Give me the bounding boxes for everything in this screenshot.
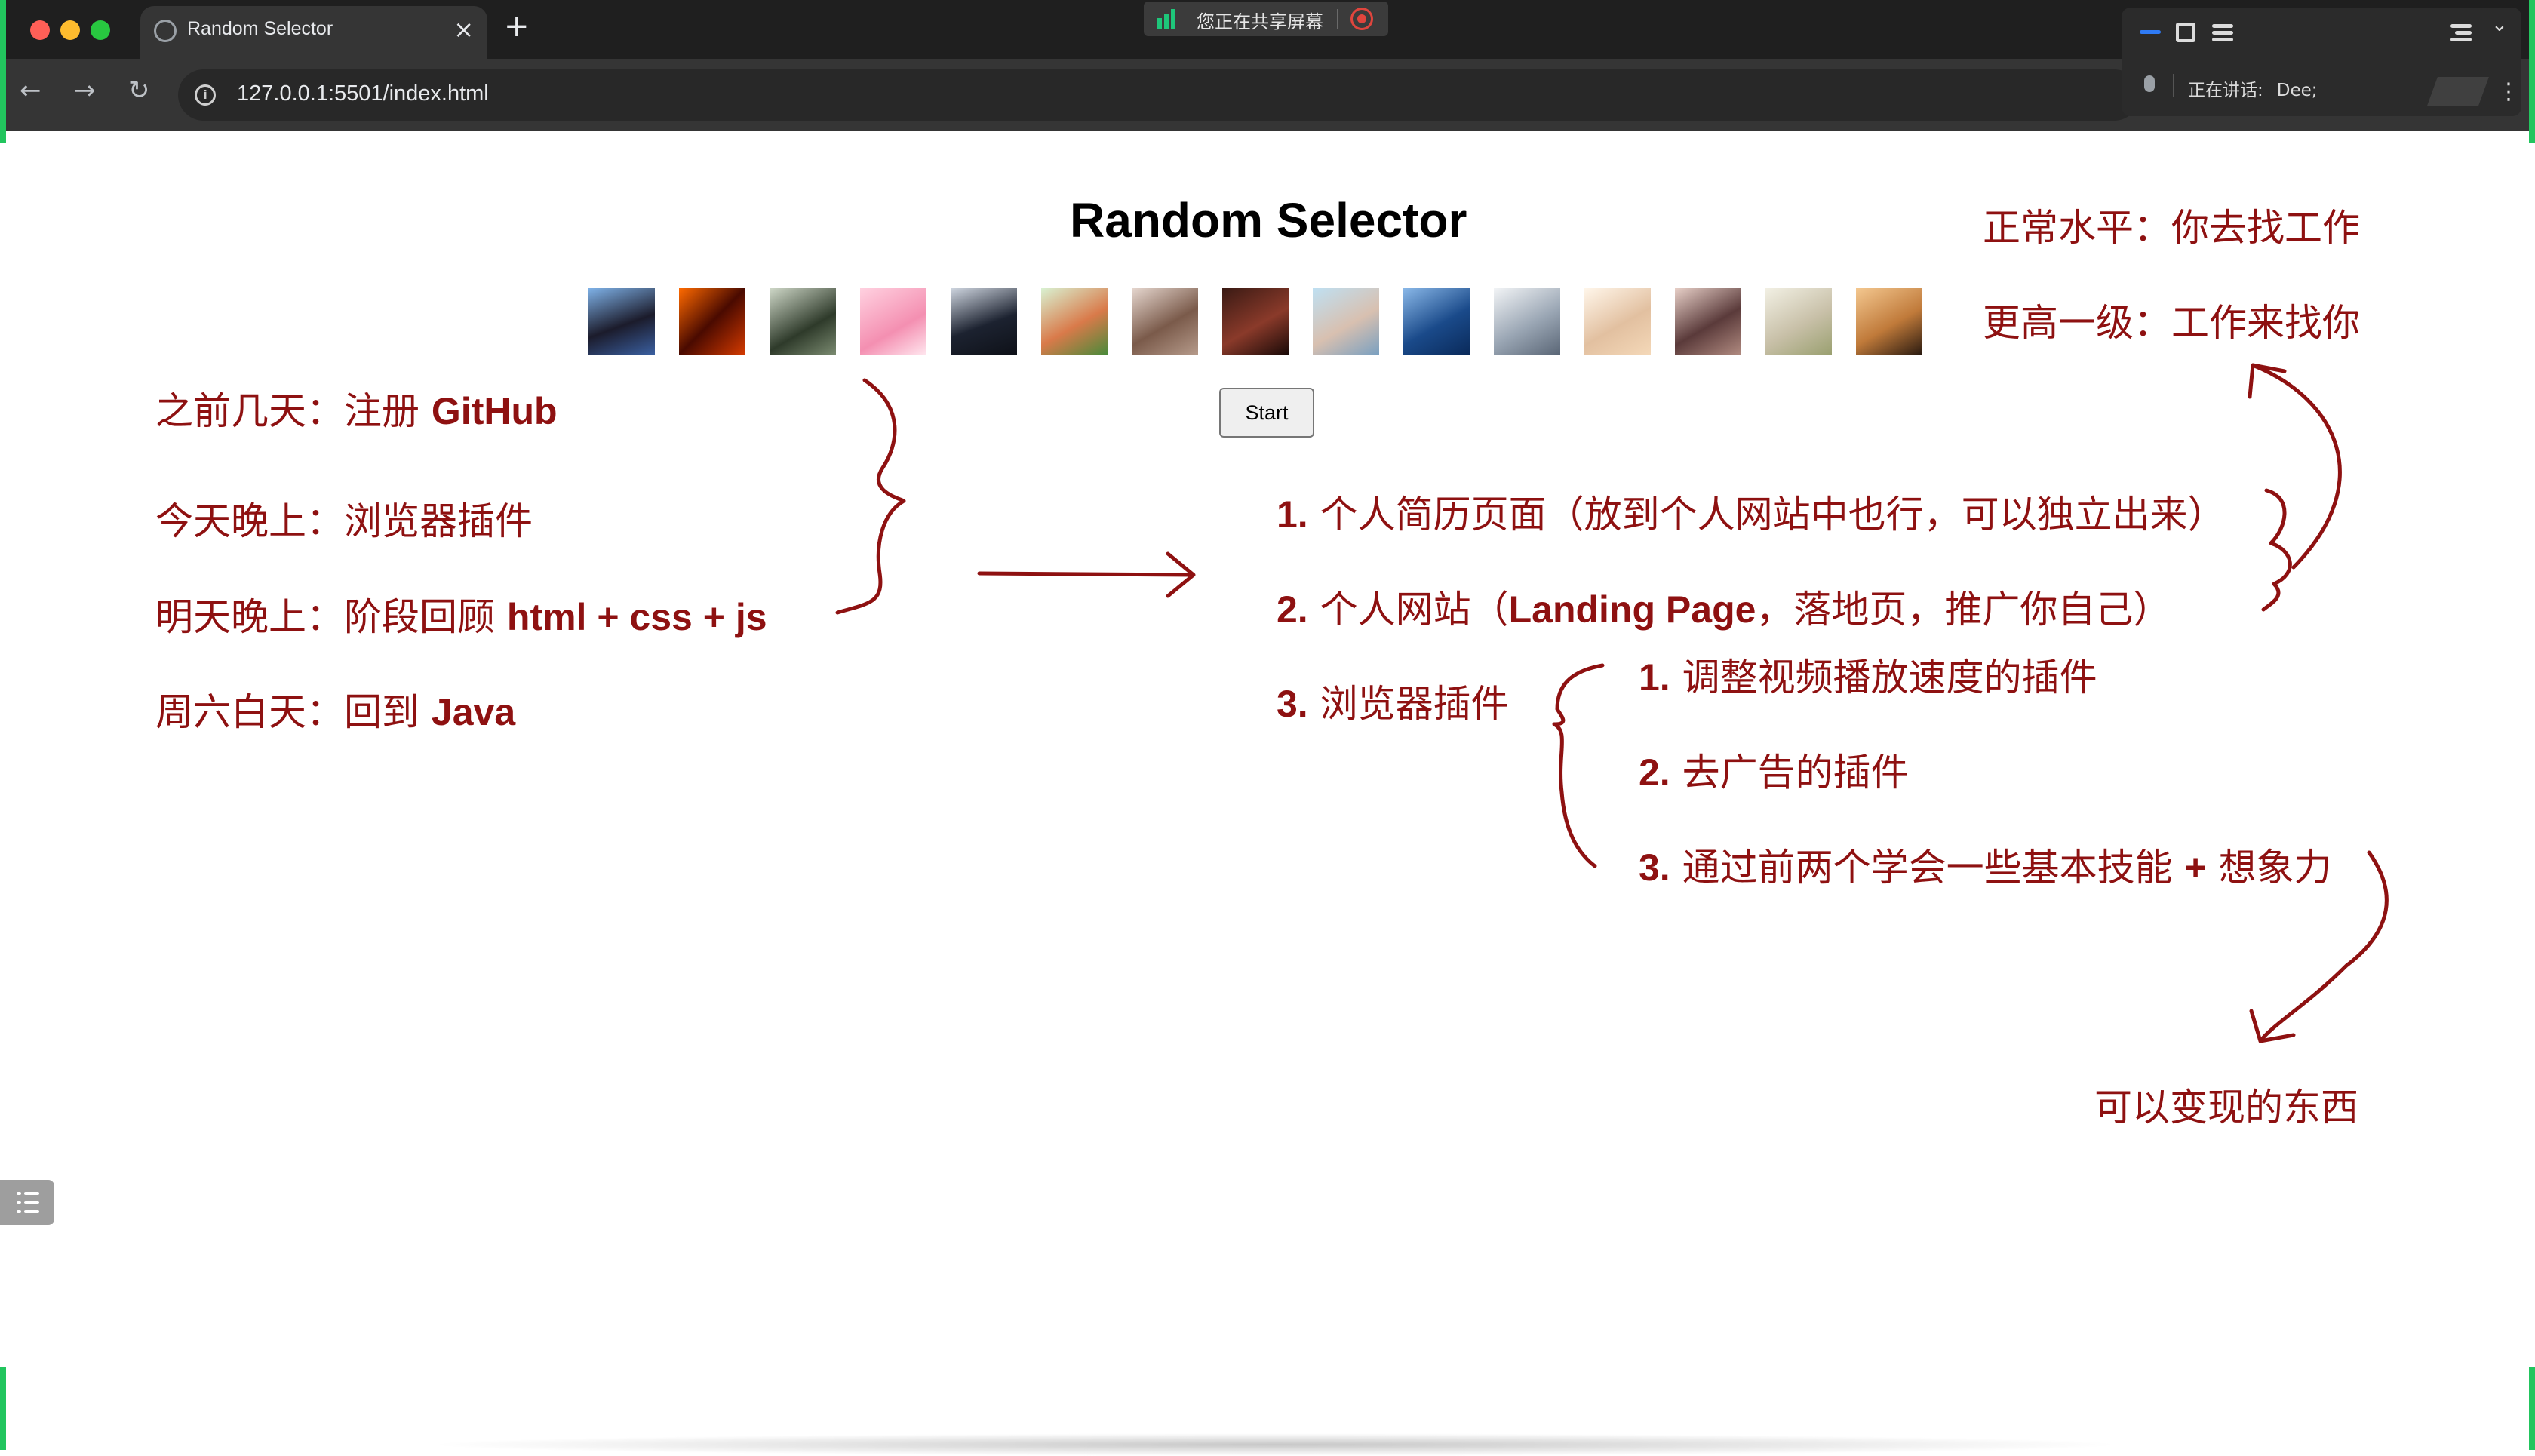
- share-border-right-bottom: [2529, 1367, 2535, 1450]
- avatar: [1403, 288, 1470, 355]
- note-sub-1: 1. 调整视频播放速度的插件: [1639, 647, 2097, 702]
- note-bold: GitHub: [431, 390, 558, 432]
- site-info-icon[interactable]: i: [195, 84, 216, 106]
- url-text[interactable]: 127.0.0.1:5501/index.html: [237, 81, 489, 106]
- list-icon[interactable]: [2212, 21, 2235, 44]
- brace-left-notes: [835, 378, 906, 615]
- arrow-up-curve: [2248, 363, 2342, 570]
- brace-right-items: [2261, 488, 2292, 612]
- note-number: 2.: [1639, 751, 1670, 794]
- note-top-right-1: 正常水平：你去找工作: [1983, 206, 2360, 250]
- note-bold: Landing Page: [1508, 588, 1756, 631]
- note-text: 今天晚上：浏览器插件: [155, 499, 533, 543]
- avatar-row: [588, 288, 1924, 355]
- note-right-1: 1. 个人简历页面（放到个人网站中也行，可以独立出来）: [1277, 484, 2226, 539]
- note-text: 个人简历页面（放到个人网站中也行，可以独立出来）: [1307, 493, 2226, 536]
- note-text: 个人网站（: [1307, 588, 1509, 631]
- divider: [1337, 9, 1338, 29]
- note-number: 1.: [1277, 493, 1308, 536]
- address-bar[interactable]: i 127.0.0.1:5501/index.html: [178, 69, 2140, 121]
- reload-icon[interactable]: ↻: [128, 75, 150, 106]
- note-bold: +: [2184, 846, 2207, 889]
- avatar: [1041, 288, 1108, 355]
- note-text: ，落地页，推广你自己）: [1756, 588, 2171, 631]
- minimize-window-button[interactable]: [60, 20, 80, 40]
- avatar: [1132, 288, 1198, 355]
- note-text: 调整视频播放速度的插件: [1670, 656, 2097, 699]
- page-shadow: [422, 1433, 2128, 1456]
- note-right-3: 3. 浏览器插件: [1277, 674, 1509, 728]
- zoom-window-button[interactable]: [91, 20, 110, 40]
- browser-tab[interactable]: Random Selector ×: [140, 6, 487, 59]
- meeting-overlay: 正在讲话: Dee; ⋮: [2122, 8, 2521, 116]
- note-text: 想象力: [2206, 846, 2332, 889]
- share-border-right-top: [2529, 0, 2535, 143]
- divider: [2173, 74, 2174, 97]
- note-left-1: 之前几天：注册 GitHub: [155, 381, 558, 435]
- note-text: 之前几天：注册: [155, 389, 432, 433]
- close-window-button[interactable]: [30, 20, 50, 40]
- avatar: [1856, 288, 1922, 355]
- panel-toggle-icon[interactable]: [2450, 21, 2473, 44]
- note-sub-2: 2. 去广告的插件: [1639, 742, 1909, 797]
- more-icon[interactable]: ⋮: [2497, 78, 2520, 105]
- note-text: 浏览器插件: [1307, 682, 1509, 726]
- note-left-4: 周六白天：回到 Java: [155, 682, 515, 736]
- note-text: 通过前两个学会一些基本技能: [1670, 846, 2185, 889]
- avatar: [1675, 288, 1741, 355]
- note-sub-3: 3. 通过前两个学会一些基本技能 + 想象力: [1639, 837, 2332, 892]
- window-icon[interactable]: [2176, 23, 2195, 42]
- app-logo: [2427, 77, 2489, 106]
- stop-share-icon[interactable]: [1350, 8, 1373, 30]
- toc-toggle-button[interactable]: [0, 1180, 54, 1225]
- note-right-2: 2. 个人网站（Landing Page，落地页，推广你自己）: [1277, 579, 2171, 634]
- avatar: [770, 288, 836, 355]
- note-bold: html + css + js: [506, 596, 767, 638]
- avatar: [1222, 288, 1289, 355]
- globe-icon: [154, 20, 177, 42]
- minimize-icon[interactable]: [2140, 30, 2161, 34]
- avatar: [1584, 288, 1651, 355]
- avatar: [1765, 288, 1832, 355]
- note-text: 明天晚上：阶段回顾: [155, 595, 507, 639]
- note-text: 周六白天：回到: [155, 690, 432, 734]
- page-title: Random Selector: [1070, 193, 1467, 247]
- note-text: 去广告的插件: [1670, 751, 1909, 794]
- note-bold: Java: [431, 691, 516, 733]
- share-signal-icon: [1157, 9, 1178, 29]
- avatar: [679, 288, 745, 355]
- note-left-2: 今天晚上：浏览器插件: [155, 491, 533, 545]
- screen-share-text: 您正在共享屏幕: [1197, 11, 1323, 32]
- arrow-right: [977, 551, 1196, 598]
- note-left-3: 明天晚上：阶段回顾 html + css + js: [155, 587, 767, 641]
- tab-close-icon[interactable]: ×: [453, 15, 474, 44]
- speaker-name: Dee;: [2276, 81, 2318, 100]
- note-number: 2.: [1277, 588, 1308, 631]
- back-icon[interactable]: ←: [20, 75, 41, 106]
- avatar: [860, 288, 926, 355]
- chevron-down-icon[interactable]: ⌄: [2491, 14, 2508, 36]
- share-border-left-top: [0, 0, 6, 143]
- share-border-left-bottom: [0, 1367, 6, 1450]
- avatar: [951, 288, 1017, 355]
- avatar: [1313, 288, 1379, 355]
- note-bottom-right: 可以变现的东西: [2094, 1086, 2358, 1129]
- forward-icon[interactable]: →: [74, 75, 96, 106]
- start-button[interactable]: Start: [1219, 388, 1314, 438]
- tab-title: Random Selector: [187, 18, 333, 39]
- note-top-right-2: 更高一级：工作来找你: [1983, 301, 2360, 345]
- brace-sub-items: [1552, 663, 1605, 868]
- note-number: 3.: [1639, 846, 1670, 889]
- note-number: 1.: [1639, 656, 1670, 699]
- microphone-icon: [2144, 75, 2155, 92]
- new-tab-button[interactable]: +: [504, 9, 530, 44]
- speaking-label: 正在讲话:: [2188, 81, 2263, 100]
- avatar: [1494, 288, 1560, 355]
- screen-share-banner: 您正在共享屏幕: [1144, 2, 1388, 36]
- speaking-indicator: 正在讲话: Dee;: [2188, 75, 2318, 101]
- avatar: [588, 288, 655, 355]
- note-number: 3.: [1277, 683, 1308, 725]
